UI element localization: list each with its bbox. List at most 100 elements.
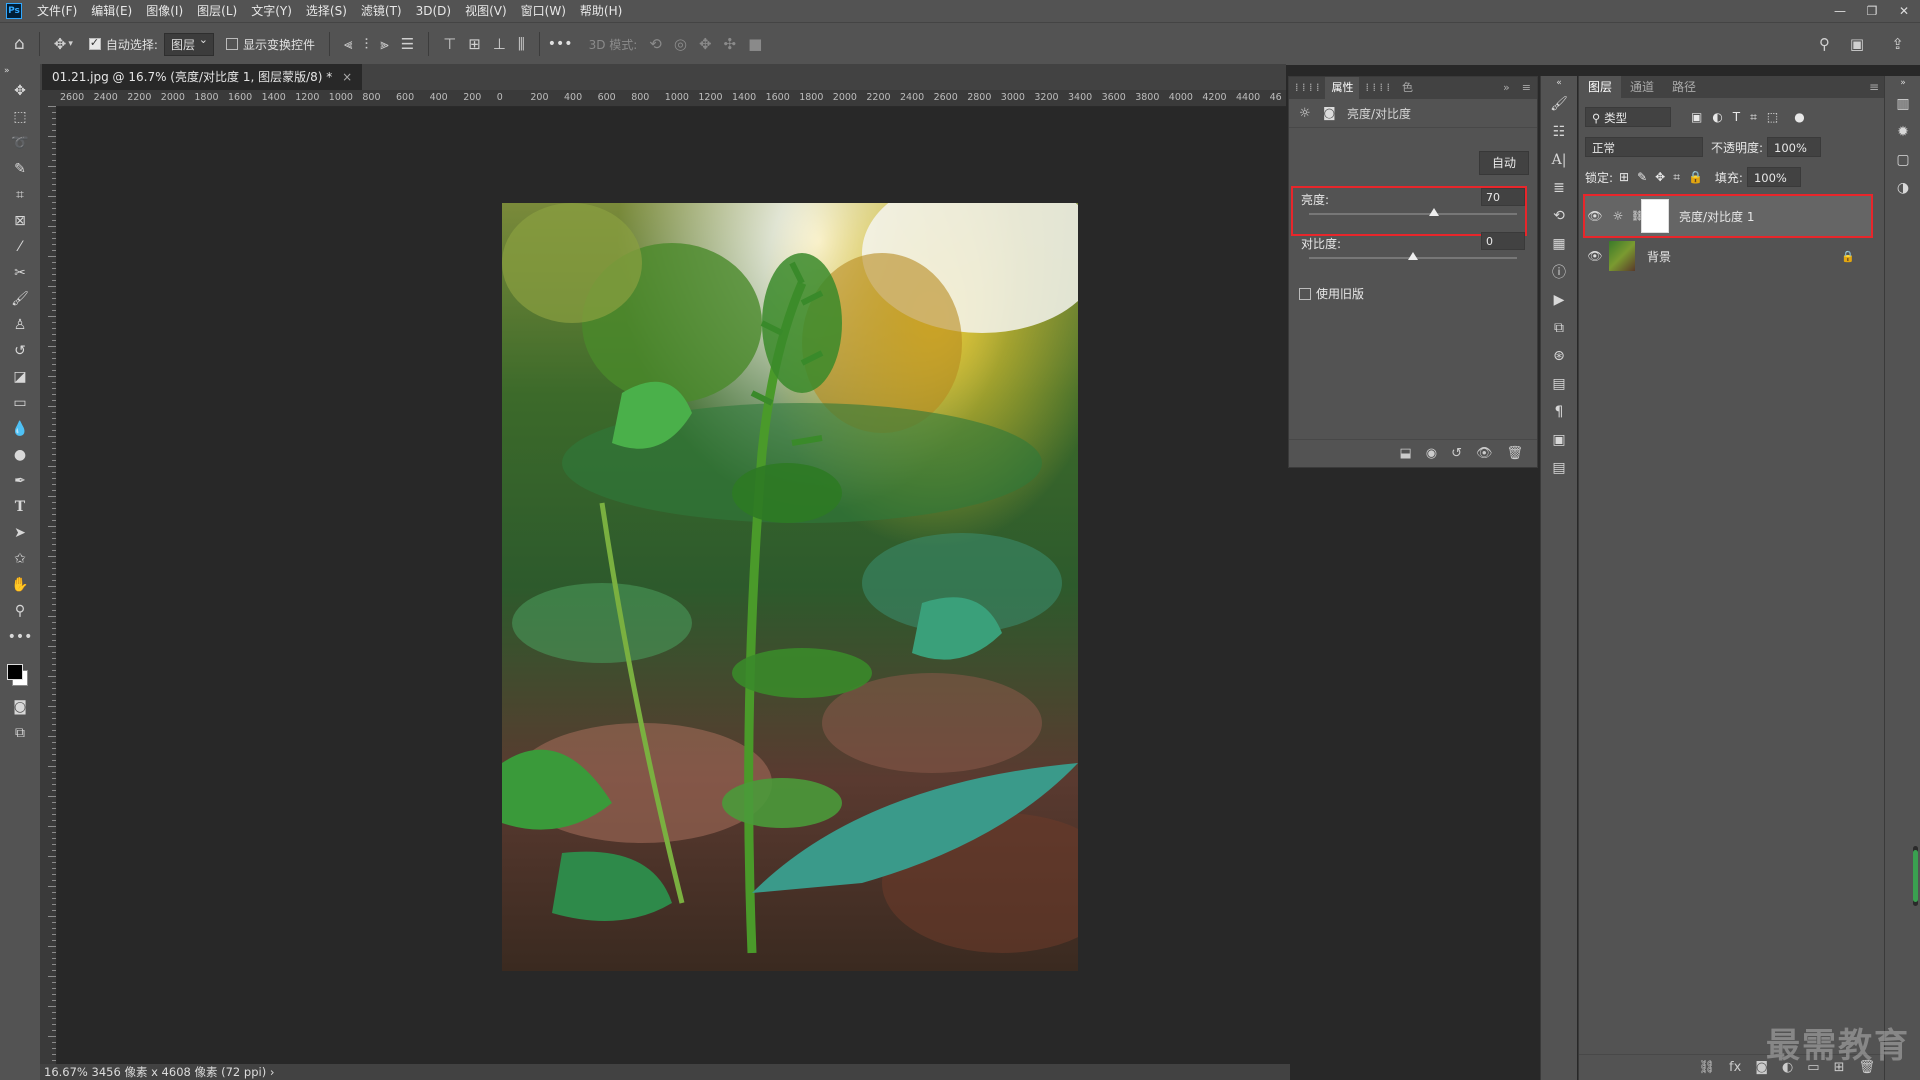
legacy-checkbox[interactable] [1299, 287, 1311, 300]
lock-icon[interactable]: 🔒 [1841, 250, 1855, 263]
menu-window[interactable]: 窗口(W) [514, 0, 573, 22]
share-icon[interactable]: ⇪ [1891, 35, 1904, 53]
menu-image[interactable]: 图像(I) [139, 0, 190, 22]
character-icon[interactable]: A| [1541, 146, 1577, 174]
contrast-input[interactable]: 0 [1481, 232, 1525, 250]
blur-tool-icon[interactable]: 💧 [0, 416, 40, 442]
dodge-tool-icon[interactable]: ● [0, 442, 40, 468]
crop-tool-icon[interactable]: ⌗ [0, 182, 40, 208]
tab-paths[interactable]: 路径 [1663, 76, 1705, 98]
align-right-icon[interactable]: ⫸ [380, 35, 388, 53]
expand-icon[interactable]: » [0, 64, 44, 78]
path-select-tool-icon[interactable]: ➤ [0, 520, 40, 546]
filter-type-icons[interactable]: ▣◐T⌗⬚ [1691, 110, 1788, 125]
close-tab-icon[interactable]: × [342, 70, 352, 84]
horizontal-ruler[interactable]: 2600 2400 2200 2000 1800 1600 1400 1200 1000 800 6… [56, 90, 1286, 107]
align-top-icon[interactable]: ⊤ [443, 35, 456, 53]
menu-select[interactable]: 选择(S) [299, 0, 354, 22]
distribute-vertical-icon[interactable]: ⫼ [518, 35, 525, 53]
link-layers-icon[interactable]: ⛓ [1699, 1060, 1716, 1075]
zoom-level[interactable]: 16.67% [44, 1065, 88, 1079]
fill-input[interactable]: 100% [1746, 167, 1801, 187]
tab-layers[interactable]: 图层 [1579, 76, 1622, 98]
zoom-tool-icon[interactable]: ⚲ [0, 598, 40, 624]
contrast-slider[interactable] [1309, 252, 1517, 260]
align-left-icon[interactable]: ⫷ [344, 35, 352, 53]
actions-icon[interactable]: ▶ [1541, 286, 1577, 314]
collapse-panel-icon[interactable]: » [1497, 77, 1516, 99]
contrast-slider-thumb[interactable] [1408, 252, 1418, 260]
auto-select-checkbox[interactable] [88, 36, 101, 50]
align-bottom-icon[interactable]: ⊥ [493, 35, 506, 53]
panel-menu-icon[interactable]: ≡ [1516, 77, 1537, 99]
channels-icon[interactable]: ⧉ [1541, 314, 1577, 342]
menu-file[interactable]: 文件(F) [30, 0, 84, 22]
distribute-icon[interactable]: ☰ [401, 35, 414, 53]
eye-icon[interactable]: 👁 [1585, 249, 1605, 263]
align-center-icon[interactable]: ⫶ [364, 35, 368, 53]
info-icon[interactable]: ⓘ [1541, 258, 1577, 286]
libraries-icon[interactable]: ▦ [1541, 230, 1577, 258]
3d-icon[interactable]: ⊛ [1541, 342, 1577, 370]
history-icon[interactable]: ⟲ [1541, 202, 1577, 230]
navigator-icon[interactable]: ✹ [1885, 118, 1920, 146]
table-icon[interactable]: ▤ [1541, 370, 1577, 398]
move-tool-icon[interactable]: ✥ [0, 78, 40, 104]
filter-toggle-icon[interactable]: ● [1794, 110, 1804, 124]
collapsed-tab-icon[interactable]: ⁞ ⁞ ⁞ ⁞ [1359, 77, 1395, 99]
menu-view[interactable]: 视图(V) [458, 0, 514, 22]
layer-name[interactable]: 背景 [1647, 248, 1671, 265]
color-swatches[interactable] [0, 650, 40, 694]
3d-pan-icon[interactable]: ✥ [699, 35, 712, 53]
more-tools-icon[interactable]: ••• [0, 624, 40, 650]
menu-edit[interactable]: 编辑(E) [84, 0, 139, 22]
3d-slide-icon[interactable]: ✣ [724, 35, 737, 53]
swatches-icon[interactable]: ▢ [1885, 146, 1920, 174]
pen-tool-icon[interactable]: ✒ [0, 468, 40, 494]
chevron-down-icon[interactable]: ▾ [68, 39, 73, 49]
lock-icons[interactable]: ⊞✎✥⌗🔒 [1619, 170, 1711, 185]
paragraph-styles-icon[interactable]: ≣ [1541, 174, 1577, 202]
show-transform-checkbox[interactable] [225, 38, 238, 50]
layer-filter-dropdown[interactable]: ⚲ 类型 [1585, 107, 1671, 127]
menu-type[interactable]: 文字(Y) [244, 0, 299, 22]
reset-icon[interactable]: ↺ [1451, 446, 1462, 461]
view-previous-icon[interactable]: ◉ [1426, 446, 1437, 461]
menu-3d[interactable]: 3D(D) [409, 0, 458, 22]
search-icon[interactable]: ⚲ [1819, 35, 1830, 53]
tab-channels[interactable]: 通道 [1621, 76, 1663, 98]
auto-button[interactable]: 自动 [1479, 151, 1529, 175]
adjustments-icon[interactable]: ☷ [1541, 118, 1577, 146]
blend-mode-dropdown[interactable]: 正常 [1585, 137, 1703, 157]
histogram-icon[interactable]: ▥ [1885, 90, 1920, 118]
move-tool-icon[interactable]: ✥ [54, 35, 67, 53]
auto-select-dropdown[interactable]: 图层 [163, 32, 214, 56]
clip-to-layer-icon[interactable]: ⬓ [1399, 446, 1411, 461]
expand-icon[interactable]: « [1541, 76, 1577, 90]
layer-row-background[interactable]: 👁 背景 🔒 [1585, 236, 1871, 276]
home-icon[interactable]: ⌂ [14, 34, 25, 54]
close-window-button[interactable]: ✕ [1888, 0, 1920, 22]
menu-layer[interactable]: 图层(L) [190, 0, 244, 22]
eyedropper-tool-icon[interactable]: ⁄ [0, 234, 40, 260]
glyphs-icon[interactable]: ▣ [1541, 426, 1577, 454]
document-tab[interactable]: 01.21.jpg @ 16.7% (亮度/对比度 1, 图层蒙版/8) * × [42, 64, 363, 90]
align-middle-icon[interactable]: ⊞ [468, 35, 481, 53]
brush-settings-icon[interactable]: 🖌 [1541, 90, 1577, 118]
delete-icon[interactable]: 🗑 [1506, 446, 1523, 461]
menu-filter[interactable]: 滤镜(T) [354, 0, 409, 22]
color-icon[interactable]: ◑ [1885, 174, 1920, 202]
collapse-icon[interactable]: » [1885, 76, 1920, 90]
scrollbar-thumb[interactable] [1913, 850, 1918, 902]
menu-help[interactable]: 帮助(H) [573, 0, 629, 22]
scrollbar[interactable] [1913, 846, 1918, 906]
shape-tool-icon[interactable]: ✩ [0, 546, 40, 572]
screen-mode-icon[interactable]: ⧉ [0, 720, 40, 746]
fx-icon[interactable]: fx [1729, 1060, 1741, 1075]
type-tool-icon[interactable]: T [0, 494, 40, 520]
mask-icon[interactable]: ◙ [1323, 106, 1339, 121]
chevron-right-icon[interactable]: › [270, 1065, 275, 1079]
opacity-input[interactable]: 100% [1767, 137, 1822, 157]
gradient-tool-icon[interactable]: ▭ [0, 390, 40, 416]
quick-mask-icon[interactable]: ◙ [0, 694, 40, 720]
